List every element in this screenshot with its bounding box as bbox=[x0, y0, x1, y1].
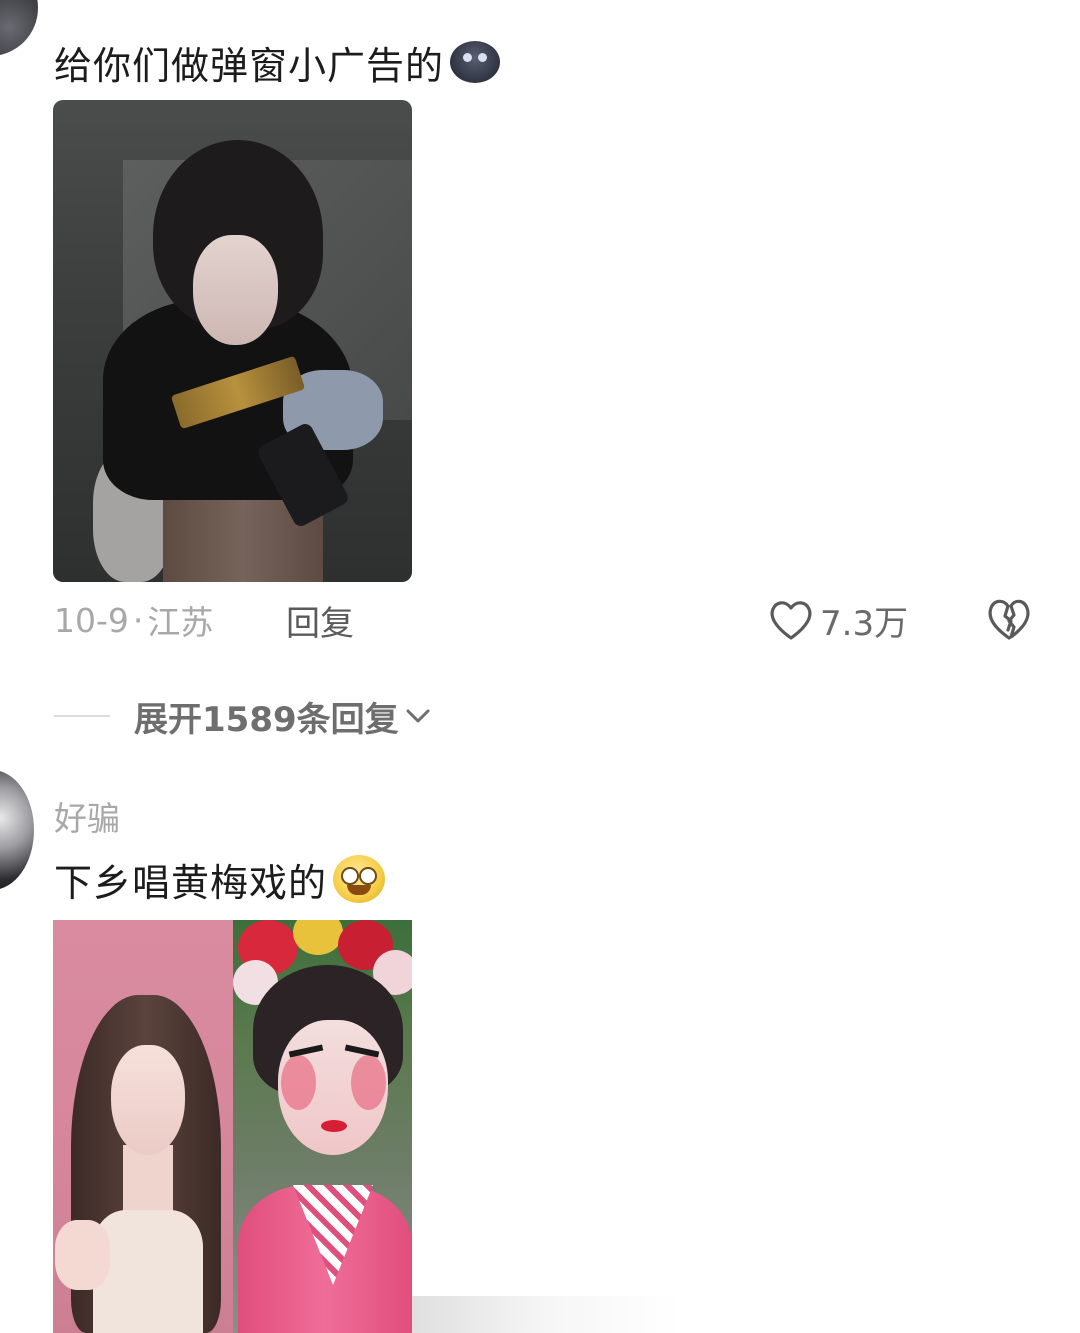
avatar[interactable] bbox=[0, 0, 38, 56]
chevron-down-icon bbox=[406, 709, 430, 723]
heart-outline-icon bbox=[770, 601, 812, 640]
dark-blob-face-emoji-icon bbox=[450, 41, 501, 83]
comment-image[interactable] bbox=[53, 920, 412, 1333]
watermark-blur bbox=[412, 1296, 680, 1333]
expand-divider bbox=[54, 715, 110, 717]
comment-image[interactable] bbox=[53, 100, 412, 582]
meta-separator: · bbox=[132, 600, 144, 640]
avatar[interactable] bbox=[0, 770, 34, 890]
expand-replies-button[interactable]: 展开1589条回复 bbox=[54, 694, 431, 740]
comment-body: 下乡唱黄梅戏的 bbox=[54, 860, 328, 905]
comment-meta: 10-9 · 江苏 bbox=[54, 596, 213, 644]
comment-body: 给你们做弹窗小广告的 bbox=[54, 43, 445, 88]
comment-feed: 给你们做弹窗小广告的 10-9 · 江苏 回复 7.3万 展开1589条回复 好… bbox=[0, 0, 1080, 1333]
reply-button[interactable]: 回复 bbox=[286, 596, 354, 644]
broken-heart-icon[interactable] bbox=[984, 594, 1034, 644]
username[interactable]: 好骗 bbox=[54, 794, 120, 838]
comment-text: 给你们做弹窗小广告的 bbox=[54, 38, 501, 88]
comment-date: 10-9 bbox=[54, 600, 129, 640]
expand-replies-label: 展开1589条回复 bbox=[134, 699, 399, 740]
comment-text: 下乡唱黄梅戏的 bbox=[54, 854, 386, 905]
comment-location: 江苏 bbox=[147, 603, 214, 642]
like-count: 7.3万 bbox=[820, 603, 909, 644]
like-button[interactable]: 7.3万 bbox=[768, 594, 908, 646]
grinning-face-emoji-icon bbox=[333, 855, 386, 903]
